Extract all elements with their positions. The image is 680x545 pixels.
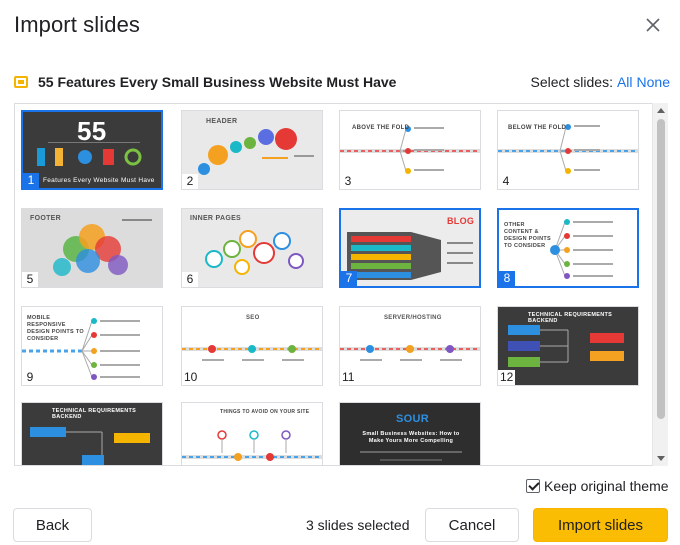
slide-8-title: OTHER CONTENT & DESIGN POINTS TO CONSIDE…	[504, 222, 551, 249]
slide-13-title: TECHNICAL REQUIREMENTS BACKEND	[52, 408, 137, 420]
slide-number: 2	[182, 174, 198, 189]
slide-number: 8	[499, 271, 515, 286]
slide-4-title: BELOW THE FOLD	[508, 125, 567, 131]
slide-number: 3	[340, 174, 356, 189]
slide-1-title: 55	[77, 116, 107, 146]
close-icon	[646, 18, 660, 32]
select-slides-controls: Select slides: All None	[530, 74, 670, 90]
selection-status: 3 slides selected	[306, 517, 410, 533]
slide-thumb-3[interactable]: ABOVE THE FOLD 3	[339, 110, 481, 190]
slide-number: 1	[23, 173, 39, 188]
slide-4-preview	[498, 111, 638, 189]
cancel-button[interactable]: Cancel	[425, 508, 519, 542]
slide-thumb-1[interactable]: 55 Features Every Website Must Have 1	[21, 110, 163, 190]
slide-number: 10	[182, 370, 200, 385]
scroll-thumb[interactable]	[657, 119, 665, 419]
select-none-link[interactable]: None	[637, 74, 670, 90]
slide-12-title: TECHNICAL REQUIREMENTS BACKEND	[528, 312, 613, 324]
slide-6-title: INNER PAGES	[190, 215, 242, 222]
slide-7-title: BLOG	[447, 216, 475, 226]
scroll-down-icon[interactable]	[657, 456, 665, 461]
slide-thumb-5[interactable]: FOOTER 5	[21, 208, 163, 288]
slide-thumb-13[interactable]: TECHNICAL REQUIREMENTS BACKEND	[21, 402, 163, 465]
slide-thumb-6[interactable]: INNER PAGES 6	[181, 208, 323, 288]
back-button[interactable]: Back	[13, 508, 92, 542]
slide-thumb-10[interactable]: SEO 10	[181, 306, 323, 386]
keep-original-theme-toggle[interactable]: Keep original theme	[526, 478, 669, 494]
slide-number: 9	[22, 370, 38, 385]
slide-3-title: ABOVE THE FOLD	[352, 125, 410, 131]
slide-thumb-2[interactable]: HEADER 2	[181, 110, 323, 190]
slide-number: 6	[182, 272, 198, 287]
deck-header: 55 Features Every Small Business Website…	[14, 72, 670, 92]
scroll-up-icon[interactable]	[657, 108, 665, 113]
select-slides-label: Select slides:	[530, 74, 613, 90]
slide-thumb-15[interactable]: SOUR Small Business Websites: How to Mak…	[339, 402, 481, 465]
slide-number: 11	[340, 370, 357, 385]
slide-2-preview	[182, 111, 322, 189]
keep-theme-checkbox[interactable]	[526, 479, 540, 493]
select-all-link[interactable]: All	[617, 74, 633, 90]
slide-thumb-7[interactable]: BLOG 7	[339, 208, 481, 288]
slide-1-caption: Features Every Website Must Have	[43, 177, 155, 184]
slide-number: 7	[341, 271, 357, 286]
slide-grid: 55 Features Every Website Must Have 1 HE…	[14, 103, 668, 466]
import-slides-button[interactable]: Import slides	[533, 508, 668, 542]
slide-15-title: SOUR	[396, 413, 429, 425]
slide-15-caption: Small Business Websites: How to Make You…	[362, 431, 460, 444]
slide-9-title: MOBILE RESPONSIVE DESIGN POINTS TO CONSI…	[27, 315, 84, 342]
slide-2-title: HEADER	[206, 118, 238, 125]
deck-title: 55 Features Every Small Business Website…	[38, 74, 397, 90]
slide-thumb-12[interactable]: TECHNICAL REQUIREMENTS BACKEND 12	[497, 306, 639, 386]
slide-3-preview	[340, 111, 480, 189]
slide-14-title: THINGS TO AVOID ON YOUR SITE	[220, 409, 310, 415]
keep-theme-label: Keep original theme	[544, 478, 669, 494]
slide-thumb-14[interactable]: THINGS TO AVOID ON YOUR SITE	[181, 402, 323, 465]
slide-thumb-8[interactable]: OTHER CONTENT & DESIGN POINTS TO CONSIDE…	[497, 208, 639, 288]
slide-10-title: SEO	[246, 315, 260, 321]
slide-grid-scrollbar[interactable]	[652, 103, 668, 466]
close-button[interactable]	[640, 12, 666, 38]
slide-thumb-4[interactable]: BELOW THE FOLD 4	[497, 110, 639, 190]
slide-number: 12	[498, 370, 516, 385]
slide-11-title: SERVER/HOSTING	[384, 315, 442, 321]
dialog-title: Import slides	[14, 12, 141, 37]
slide-thumb-11[interactable]: SERVER/HOSTING 11	[339, 306, 481, 386]
slides-file-icon	[14, 76, 28, 88]
slide-number: 4	[498, 174, 514, 189]
slide-number: 5	[22, 272, 38, 287]
slide-thumb-9[interactable]: MOBILE RESPONSIVE DESIGN POINTS TO CONSI…	[21, 306, 163, 386]
slide-5-title: FOOTER	[30, 215, 61, 222]
